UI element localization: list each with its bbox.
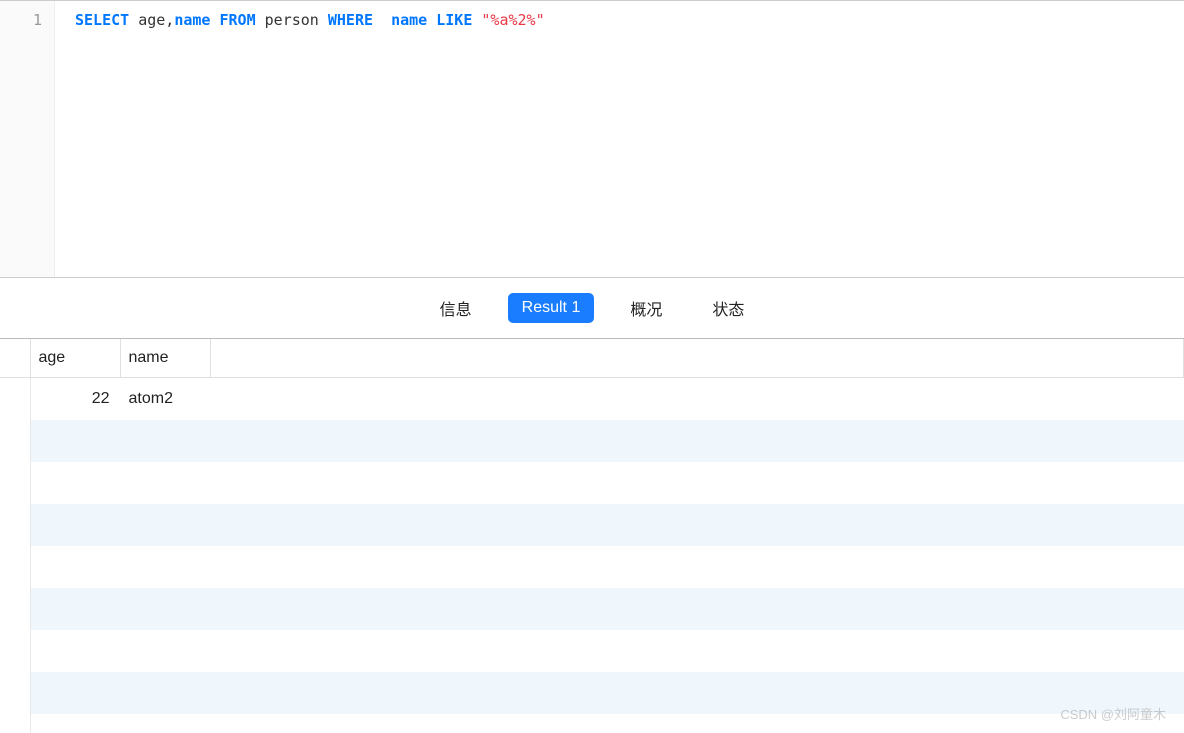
cell-age[interactable]: 22 [30, 378, 120, 420]
tok-cols: age, [129, 11, 174, 29]
row-header [0, 588, 30, 630]
line-number: 1 [0, 11, 42, 29]
col-header-spacer [210, 339, 1184, 378]
tab-status[interactable]: 状态 [698, 290, 758, 326]
cell-spacer [210, 588, 1184, 630]
kw-from: FROM [210, 11, 255, 29]
tok-table: person [256, 11, 328, 29]
table-row[interactable] [0, 420, 1184, 462]
tab-info[interactable]: 信息 [426, 290, 486, 326]
cell-name[interactable] [120, 546, 210, 588]
row-header [0, 462, 30, 504]
row-header [0, 672, 30, 714]
result-table: age name 22atom2 [0, 339, 1184, 733]
kw-where: WHERE [328, 11, 373, 29]
table-row[interactable] [0, 546, 1184, 588]
cell-name[interactable] [120, 462, 210, 504]
col-header-name[interactable]: name [120, 339, 210, 378]
row-header [0, 420, 30, 462]
cell-name[interactable] [120, 714, 210, 733]
cell-age[interactable] [30, 462, 120, 504]
cell-age[interactable] [30, 630, 120, 672]
cell-spacer [210, 378, 1184, 420]
row-header [0, 714, 30, 733]
cell-name[interactable]: atom2 [120, 378, 210, 420]
table-row[interactable] [0, 714, 1184, 733]
row-header [0, 546, 30, 588]
cell-name[interactable] [120, 504, 210, 546]
cell-spacer [210, 672, 1184, 714]
table-header-row: age name [0, 339, 1184, 378]
cell-age[interactable] [30, 672, 120, 714]
row-header-corner [0, 339, 30, 378]
tabs-bar: 信息 Result 1 概况 状态 [0, 278, 1184, 339]
kw-like: LIKE [427, 11, 472, 29]
cell-spacer [210, 462, 1184, 504]
cell-age[interactable] [30, 546, 120, 588]
cell-spacer [210, 504, 1184, 546]
tab-result[interactable]: Result 1 [508, 293, 595, 323]
sql-editor[interactable]: 1 SELECT age,name FROM person WHERE name… [0, 0, 1184, 278]
table-row[interactable] [0, 504, 1184, 546]
results-area[interactable]: age name 22atom2 [0, 339, 1184, 733]
tok-ws [373, 11, 391, 29]
cell-name[interactable] [120, 630, 210, 672]
tok-name2: name [391, 11, 427, 29]
cell-name[interactable] [120, 588, 210, 630]
table-row[interactable] [0, 462, 1184, 504]
tab-overview[interactable]: 概况 [616, 290, 676, 326]
row-header [0, 630, 30, 672]
cell-spacer [210, 546, 1184, 588]
table-row[interactable] [0, 672, 1184, 714]
cell-age[interactable] [30, 504, 120, 546]
kw-select: SELECT [75, 11, 129, 29]
cell-name[interactable] [120, 672, 210, 714]
row-header [0, 504, 30, 546]
col-header-age[interactable]: age [30, 339, 120, 378]
cell-age[interactable] [30, 588, 120, 630]
line-gutter: 1 [0, 1, 55, 277]
cell-name[interactable] [120, 420, 210, 462]
cell-age[interactable] [30, 714, 120, 733]
cell-spacer [210, 630, 1184, 672]
cell-spacer [210, 714, 1184, 733]
table-row[interactable] [0, 630, 1184, 672]
cell-spacer [210, 420, 1184, 462]
code-content[interactable]: SELECT age,name FROM person WHERE name L… [55, 1, 1184, 277]
watermark: CSDN @刘阿童木 [1060, 704, 1166, 723]
table-row[interactable]: 22atom2 [0, 378, 1184, 420]
cell-age[interactable] [30, 420, 120, 462]
tok-name: name [174, 11, 210, 29]
row-header [0, 378, 30, 420]
tok-str: "%a%2%" [472, 11, 544, 29]
table-row[interactable] [0, 588, 1184, 630]
